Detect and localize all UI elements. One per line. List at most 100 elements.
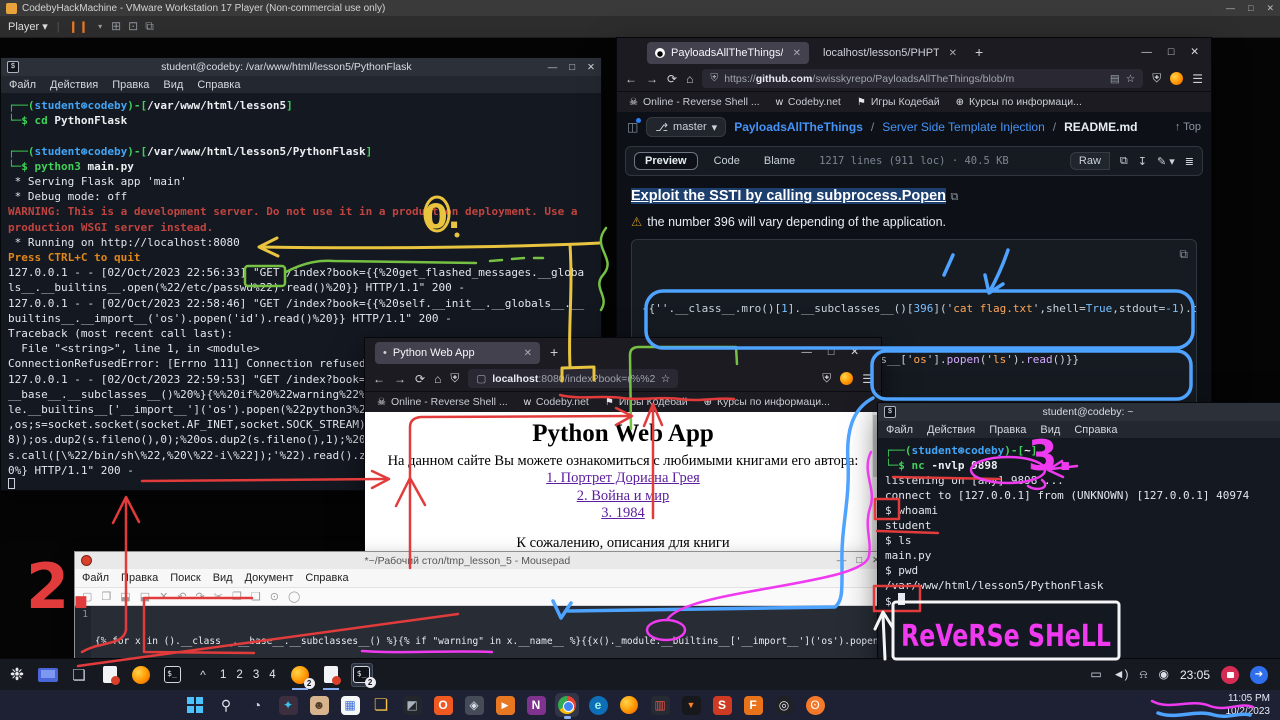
bookmark-star-icon[interactable]: ☆ bbox=[661, 373, 670, 385]
toolbar-icon[interactable]: ▢ bbox=[82, 590, 92, 603]
minimize-icon[interactable]: — bbox=[801, 346, 812, 358]
bookmark-item[interactable]: ⚑Игры Кодебай bbox=[857, 96, 940, 108]
terminal-titlebar[interactable]: $ student@codeby: /var/www/html/lesson5/… bbox=[1, 58, 601, 76]
bookmark-item[interactable]: ⚑Игры Кодебай bbox=[605, 396, 688, 408]
taskbar-icon-slack[interactable]: ✦ bbox=[276, 693, 300, 717]
show-more[interactable]: ^ bbox=[192, 663, 214, 687]
workspace-switcher[interactable]: 1234 bbox=[220, 669, 277, 681]
tray-icon[interactable]: ⍾ bbox=[1140, 667, 1148, 682]
shield-icon[interactable]: ⛨ bbox=[450, 371, 459, 386]
menu-item-Правка[interactable]: Правка bbox=[112, 79, 149, 91]
menu-item-Поиск[interactable]: Поиск bbox=[170, 572, 200, 584]
terminal-titlebar[interactable]: $ student@codeby: ~ bbox=[878, 403, 1280, 421]
bookmark-star-icon[interactable]: ☆ bbox=[1126, 73, 1135, 85]
firefox-window[interactable]: 2 bbox=[289, 663, 311, 687]
taskbar-icon-edge[interactable]: e bbox=[586, 693, 610, 717]
vmware-tool-icon[interactable]: ⊞ bbox=[111, 19, 121, 33]
taskbar-icon-origin[interactable]: O bbox=[431, 693, 455, 717]
mousepad-launcher[interactable] bbox=[99, 663, 121, 687]
vmware-tool-icon[interactable]: ⧉ bbox=[145, 19, 154, 33]
tab-python-web-app[interactable]: • Python Web App ✕ bbox=[375, 342, 540, 364]
menu-item-Правка[interactable]: Правка bbox=[989, 424, 1026, 436]
menu-icon[interactable]: ☰ bbox=[862, 372, 873, 386]
mousepad-window[interactable]: *~/Рабочий стол/tmp_lesson_5 - Mousepad … bbox=[75, 552, 886, 659]
menu-item-Вид[interactable]: Вид bbox=[1040, 424, 1060, 436]
menu-item-Файл[interactable]: Файл bbox=[9, 79, 36, 91]
menu-item-Вид[interactable]: Вид bbox=[163, 79, 183, 91]
taskbar-icon-analytics[interactable]: ▥ bbox=[648, 693, 672, 717]
menu-item-Вид[interactable]: Вид bbox=[213, 572, 233, 584]
close-icon[interactable]: ✕ bbox=[1266, 3, 1274, 14]
reload-button[interactable]: ⟳ bbox=[415, 372, 425, 386]
tab-preview[interactable]: Preview bbox=[634, 152, 698, 170]
tray-icon[interactable]: ▭ bbox=[1090, 667, 1101, 682]
file-manager-launcher[interactable]: ❏ bbox=[68, 663, 90, 687]
close-tab-icon[interactable]: ✕ bbox=[949, 48, 957, 59]
tray-icon[interactable]: ◄) bbox=[1113, 667, 1129, 682]
home-button[interactable]: ⌂ bbox=[686, 72, 693, 86]
home-button[interactable]: ⌂ bbox=[434, 372, 441, 386]
toolbar-icon[interactable]: ❑ bbox=[251, 590, 261, 603]
new-tab-button[interactable]: + bbox=[550, 344, 558, 360]
menu-item-Справка[interactable]: Справка bbox=[1074, 424, 1117, 436]
toolbar-icon[interactable]: ↷ bbox=[196, 590, 205, 603]
workspace-3[interactable]: 3 bbox=[253, 669, 260, 681]
toolbar-icon[interactable]: ⬓ bbox=[140, 590, 150, 603]
maximize-icon[interactable]: □ bbox=[828, 346, 834, 358]
taskbar-icon-blender[interactable]: ʘ bbox=[803, 693, 827, 717]
pause-vm-button[interactable]: ❙❙ bbox=[69, 20, 89, 33]
book-link-2[interactable]: 2. Война и мир bbox=[365, 488, 881, 506]
menu-icon[interactable]: ☰ bbox=[1192, 72, 1203, 86]
vmware-toolbar-icons[interactable]: ⊞ ⊡ ⧉ bbox=[111, 19, 161, 34]
pocket-icon[interactable]: ⛨ bbox=[1152, 71, 1161, 86]
workspace-2[interactable]: 2 bbox=[236, 669, 243, 681]
firefox-launcher[interactable] bbox=[130, 663, 152, 687]
top-link[interactable]: ↑ Top bbox=[1175, 121, 1201, 133]
maximize-icon[interactable]: □ bbox=[1248, 3, 1253, 14]
book-link-1[interactable]: 1. Портрет Дориана Грея bbox=[365, 470, 881, 488]
firefox-account-icon[interactable] bbox=[840, 372, 853, 385]
tab-github[interactable]: PayloadsAllTheThings/Se ✕ bbox=[647, 42, 809, 64]
firefox-account-icon[interactable] bbox=[1170, 72, 1183, 85]
close-icon[interactable]: ✕ bbox=[1190, 46, 1199, 58]
menu-item-Файл[interactable]: Файл bbox=[886, 424, 913, 436]
menu-item-Действия[interactable]: Действия bbox=[50, 79, 98, 91]
toolbar-icon[interactable]: ❐ bbox=[101, 590, 111, 603]
taskbar-icon-vmware-player[interactable]: ▶ bbox=[493, 693, 517, 717]
edit-icon[interactable]: ✎ ▾ bbox=[1157, 155, 1175, 168]
vmware-tool-icon[interactable]: ⊡ bbox=[128, 19, 138, 33]
toolbar-icon[interactable]: ✂ bbox=[214, 590, 223, 603]
pocket-icon[interactable]: ⛨ bbox=[822, 371, 831, 386]
taskbar-icon-vmware-tool[interactable]: ◈ bbox=[462, 693, 486, 717]
shield-icon[interactable]: ⛨ bbox=[710, 72, 718, 85]
logout-icon[interactable]: ➔ bbox=[1250, 666, 1268, 684]
menu-item-Правка[interactable]: Правка bbox=[121, 572, 158, 584]
breadcrumb-dir[interactable]: Server Side Template Injection bbox=[882, 120, 1045, 134]
menu-item-Справка[interactable]: Справка bbox=[305, 572, 348, 584]
menu-item-Справка[interactable]: Справка bbox=[197, 79, 240, 91]
back-button[interactable]: ← bbox=[373, 372, 385, 386]
taskbar-icon-photos-portrait[interactable]: ☻ bbox=[307, 693, 331, 717]
terminal-window[interactable]: $_2 bbox=[351, 663, 373, 687]
back-button[interactable]: ← bbox=[625, 72, 637, 86]
pause-dropdown-icon[interactable]: ▾ bbox=[98, 22, 102, 31]
taskbar-icon-screenshot-tool[interactable]: ◩ bbox=[400, 693, 424, 717]
minimize-icon[interactable]: — bbox=[1141, 46, 1152, 58]
book-link-3[interactable]: 3. 1984 bbox=[365, 505, 881, 523]
copy-icon[interactable]: ⧉ bbox=[1179, 246, 1188, 263]
close-icon[interactable]: ✕ bbox=[850, 346, 859, 358]
outline-icon[interactable]: ≣ bbox=[1185, 155, 1194, 168]
branch-selector[interactable]: ⎇ master ▾ bbox=[646, 117, 726, 137]
close-tab-icon[interactable]: ✕ bbox=[793, 48, 801, 59]
toolbar-icon[interactable]: ⊙ bbox=[270, 590, 279, 603]
taskbar-icon-firefox[interactable] bbox=[617, 693, 641, 717]
section-heading[interactable]: Exploit the SSTI by calling subprocess.P… bbox=[631, 188, 946, 204]
workspace-1[interactable]: 1 bbox=[220, 669, 227, 681]
mousepad-editor[interactable]: 1 {% for x in ().__class__.__base__.__su… bbox=[75, 606, 886, 659]
bookmark-item[interactable]: ☠Online - Reverse Shell ... bbox=[377, 396, 508, 408]
maximize-icon[interactable]: □ bbox=[1168, 46, 1174, 58]
maximize-icon[interactable]: □ bbox=[569, 62, 575, 73]
taskbar-icon-chrome[interactable] bbox=[555, 693, 579, 717]
bookmark-item[interactable]: ⊕Курсы по информаци... bbox=[956, 96, 1082, 108]
toolbar-icon[interactable]: ✕ bbox=[159, 590, 168, 603]
